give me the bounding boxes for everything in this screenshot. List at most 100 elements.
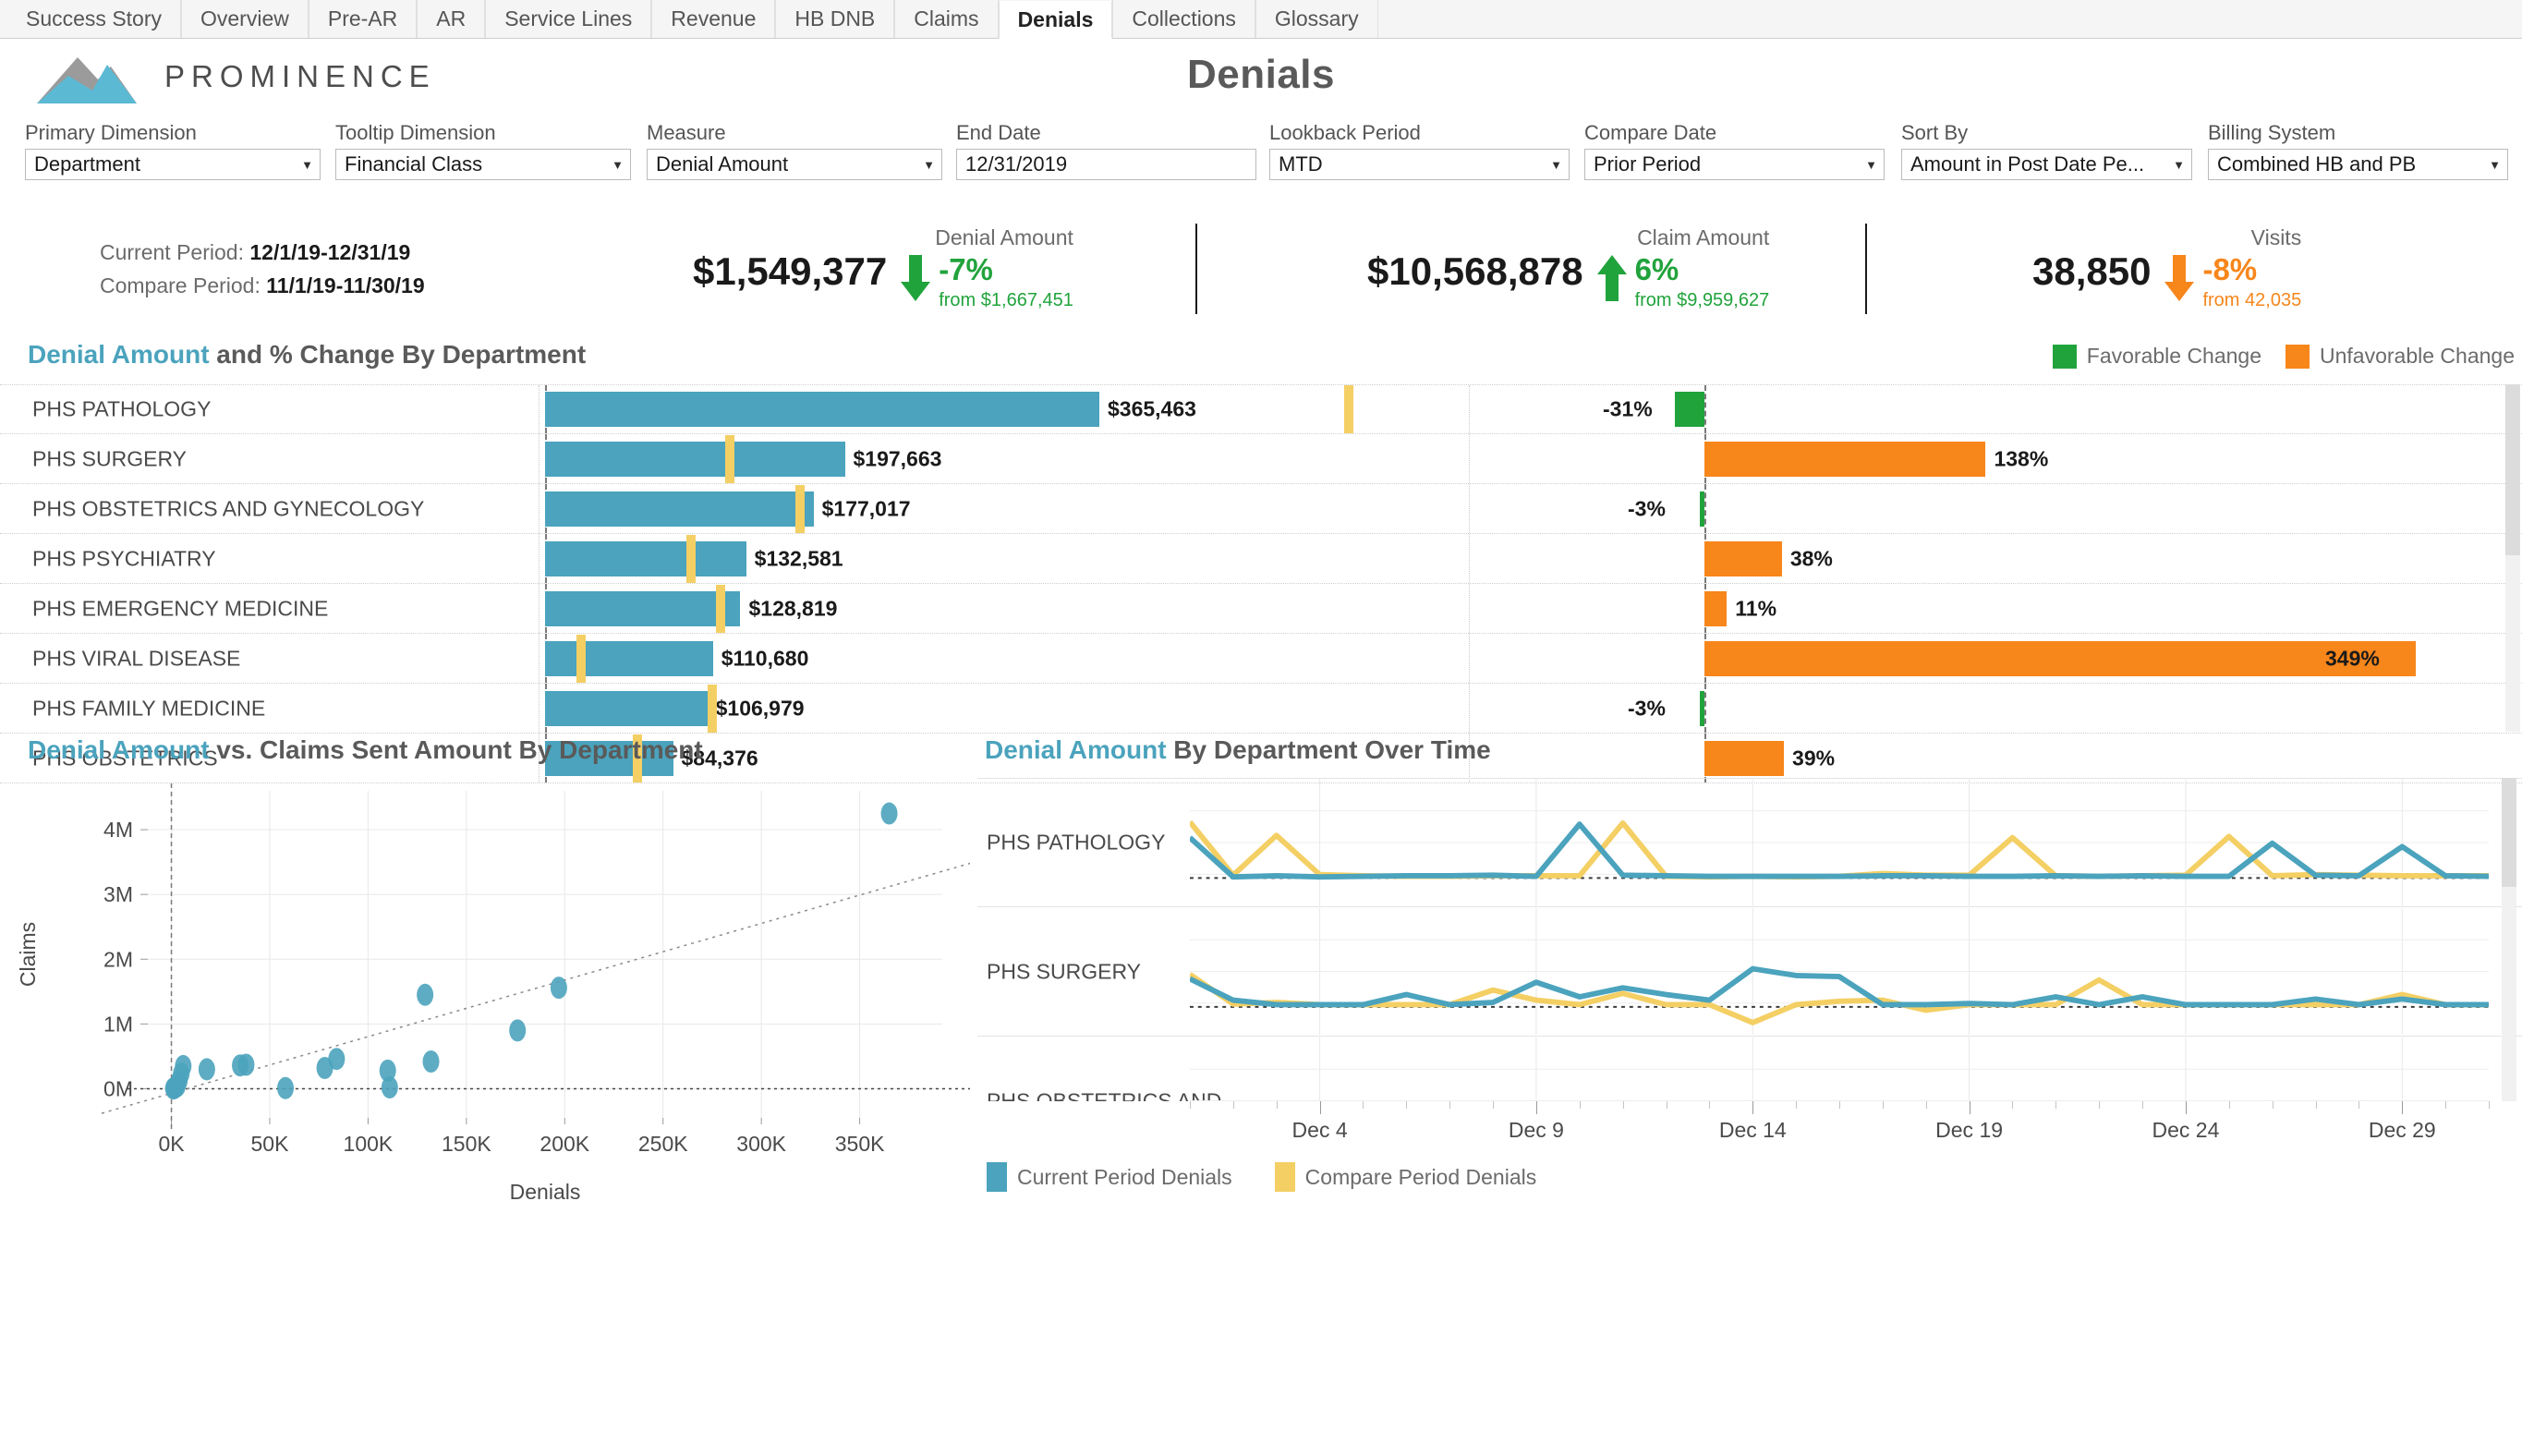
filter-control[interactable]: Amount in Post Date Pe... ▼ bbox=[1901, 149, 2192, 180]
bar-chart-scrollbar[interactable] bbox=[2505, 384, 2520, 732]
table-row[interactable]: PHS PSYCHIATRY $132,581 38% bbox=[0, 534, 2522, 584]
timeseries-plot[interactable] bbox=[1188, 907, 2489, 1036]
scatter-plot[interactable]: 0K 50K 100K 150K 200K 250K 300K 350K0M1M2M3M4MD… bbox=[0, 774, 970, 1204]
timeseries-row[interactable]: PHS PATHOLOGY bbox=[977, 778, 2522, 907]
bar-chart-title-accent: Denial Amount bbox=[28, 340, 210, 369]
scatter-title-accent: Denial Amount bbox=[28, 735, 210, 764]
scatter-point[interactable] bbox=[164, 1077, 182, 1100]
timeseries-row[interactable]: PHS SURGERY bbox=[977, 907, 2522, 1037]
tab-glossary[interactable]: Glossary bbox=[1255, 0, 1378, 38]
chevron-down-icon[interactable]: ▼ bbox=[2173, 159, 2185, 171]
current-period-line[interactable] bbox=[1188, 821, 2490, 880]
pct-change-bar[interactable] bbox=[1704, 640, 2416, 676]
timeseries-scrollbar[interactable] bbox=[2502, 778, 2516, 1101]
denial-amount-label: $197,663 bbox=[853, 446, 942, 470]
chevron-down-icon[interactable]: ▼ bbox=[1865, 159, 1877, 171]
scatter-point[interactable] bbox=[509, 1019, 527, 1042]
filter-control[interactable]: Prior Period ▼ bbox=[1584, 149, 1885, 180]
denial-amount-bar[interactable] bbox=[545, 640, 713, 676]
filter-control[interactable]: Financial Class ▼ bbox=[335, 149, 631, 180]
timeseries-tick bbox=[2185, 1101, 2187, 1114]
scatter-point[interactable] bbox=[198, 1058, 215, 1081]
bar-chart-scrollbar-thumb[interactable] bbox=[2505, 384, 2520, 555]
bar-gridline bbox=[539, 634, 540, 683]
timeseries-row[interactable]: PHS OBSTETRICS AND ... bbox=[977, 1037, 2522, 1101]
pct-change-bar[interactable] bbox=[1704, 441, 1986, 477]
denial-amount-bar[interactable] bbox=[545, 690, 708, 726]
chevron-down-icon[interactable]: ▼ bbox=[1550, 159, 1562, 171]
denial-amount-bar[interactable] bbox=[545, 590, 741, 626]
chevron-down-icon[interactable]: ▼ bbox=[612, 159, 624, 171]
scatter-point[interactable] bbox=[316, 1057, 333, 1080]
pct-change-bar[interactable] bbox=[1700, 690, 1704, 726]
compare-period-line[interactable] bbox=[1187, 819, 2489, 880]
scatter-point[interactable] bbox=[417, 983, 434, 1006]
bar-gridline bbox=[1469, 385, 1470, 433]
filter-control[interactable]: MTD ▼ bbox=[1269, 149, 1570, 180]
kpi-body: $1,549,377 -7% from $1,667,451 bbox=[693, 252, 1073, 310]
filter-control[interactable]: Department ▼ bbox=[25, 149, 321, 180]
table-row[interactable]: PHS SURGERY $197,663 138% bbox=[0, 434, 2522, 484]
compare-period-reference-tick bbox=[685, 534, 696, 583]
timeseries-scrollbar-thumb[interactable] bbox=[2502, 778, 2516, 887]
filter-value: Department bbox=[34, 152, 140, 176]
denial-amount-bar[interactable] bbox=[545, 392, 1099, 427]
page-header: PROMINENCE Denials bbox=[0, 39, 2522, 108]
tab-pre-ar[interactable]: Pre-AR bbox=[308, 0, 418, 38]
tab-overview[interactable]: Overview bbox=[181, 0, 309, 38]
tab-service-lines[interactable]: Service Lines bbox=[485, 0, 652, 38]
denial-amount-bar[interactable] bbox=[545, 491, 814, 527]
table-row[interactable]: PHS EMERGENCY MEDICINE $128,819 11% bbox=[0, 584, 2522, 634]
scatter-point[interactable] bbox=[880, 802, 898, 825]
scatter-point[interactable] bbox=[232, 1054, 249, 1077]
legend-item-favorable-change[interactable]: Favorable Change bbox=[2052, 344, 2261, 369]
tab-claims[interactable]: Claims bbox=[894, 0, 999, 38]
pct-change-bar[interactable] bbox=[1700, 491, 1704, 527]
table-row[interactable]: PHS FAMILY MEDICINE $106,979 -3% bbox=[0, 684, 2522, 734]
filter-value: Amount in Post Date Pe... bbox=[1910, 152, 2145, 176]
scatter-point[interactable] bbox=[422, 1050, 440, 1074]
timeseries-plot[interactable] bbox=[1187, 779, 2490, 906]
filter-control[interactable]: Denial Amount ▼ bbox=[647, 149, 942, 180]
scatter-point[interactable] bbox=[550, 977, 567, 1000]
pct-change-label: 349% bbox=[2325, 646, 2380, 670]
timeseries-plot[interactable] bbox=[1190, 1037, 2489, 1101]
denial-amount-label: $365,463 bbox=[1108, 396, 1196, 421]
denial-amount-bar[interactable] bbox=[545, 540, 746, 576]
table-row[interactable]: PHS OBSTETRICS AND GYNECOLOGY $177,017 -3% bbox=[0, 484, 2522, 534]
compare-period-reference-tick bbox=[725, 434, 735, 483]
scatter-point[interactable] bbox=[277, 1076, 295, 1099]
filter-bar: Primary Dimension Department ▼ Tooltip Dime… bbox=[0, 121, 2522, 200]
scatter-xtick-label: 150K bbox=[442, 1132, 491, 1156]
tab-hb-dnb[interactable]: HB DNB bbox=[775, 0, 895, 38]
timeseries-tick bbox=[1925, 1101, 1927, 1109]
pct-change-bar[interactable] bbox=[1704, 590, 1728, 626]
tab-denials[interactable]: Denials bbox=[998, 1, 1113, 39]
pct-change-bar[interactable] bbox=[1704, 540, 1782, 576]
table-row[interactable]: PHS PATHOLOGY $365,463 -31% bbox=[0, 384, 2522, 434]
chevron-down-icon[interactable]: ▼ bbox=[923, 159, 935, 171]
bar-gridline bbox=[1469, 584, 1470, 633]
legend-item-unfavorable-change[interactable]: Unfavorable Change bbox=[2286, 344, 2515, 369]
tab-collections[interactable]: Collections bbox=[1112, 0, 1255, 38]
scatter-point[interactable] bbox=[381, 1076, 398, 1099]
legend-item-compare-period-denials[interactable]: Compare Period Denials bbox=[1274, 1162, 1536, 1192]
legend-item-current-period-denials[interactable]: Current Period Denials bbox=[987, 1162, 1232, 1192]
filter-end-date: End Date 12/31/2019 bbox=[956, 121, 1256, 180]
bar-row-department: PHS PATHOLOGY bbox=[32, 396, 212, 421]
filter-control[interactable]: Combined HB and PB ▼ bbox=[2208, 149, 2508, 180]
table-row[interactable]: PHS VIRAL DISEASE $110,680 349% bbox=[0, 634, 2522, 684]
kpi-change-from: from 42,035 bbox=[2202, 290, 2302, 310]
bar-gridline bbox=[539, 684, 540, 733]
chevron-down-icon[interactable]: ▼ bbox=[301, 159, 313, 171]
tab-success-story[interactable]: Success Story bbox=[7, 0, 181, 38]
denial-amount-bar[interactable] bbox=[545, 441, 845, 477]
timeseries-row-label: PHS PATHOLOGY bbox=[987, 830, 1166, 855]
chevron-down-icon[interactable]: ▼ bbox=[2489, 159, 2501, 171]
timeseries-xtick-label: Dec 29 bbox=[2368, 1118, 2436, 1142]
timeseries-tick bbox=[1622, 1101, 1624, 1109]
tab-revenue[interactable]: Revenue bbox=[651, 0, 776, 38]
pct-change-bar[interactable] bbox=[1675, 392, 1704, 427]
filter-control[interactable]: 12/31/2019 bbox=[956, 149, 1256, 180]
tab-ar[interactable]: AR bbox=[417, 0, 486, 38]
